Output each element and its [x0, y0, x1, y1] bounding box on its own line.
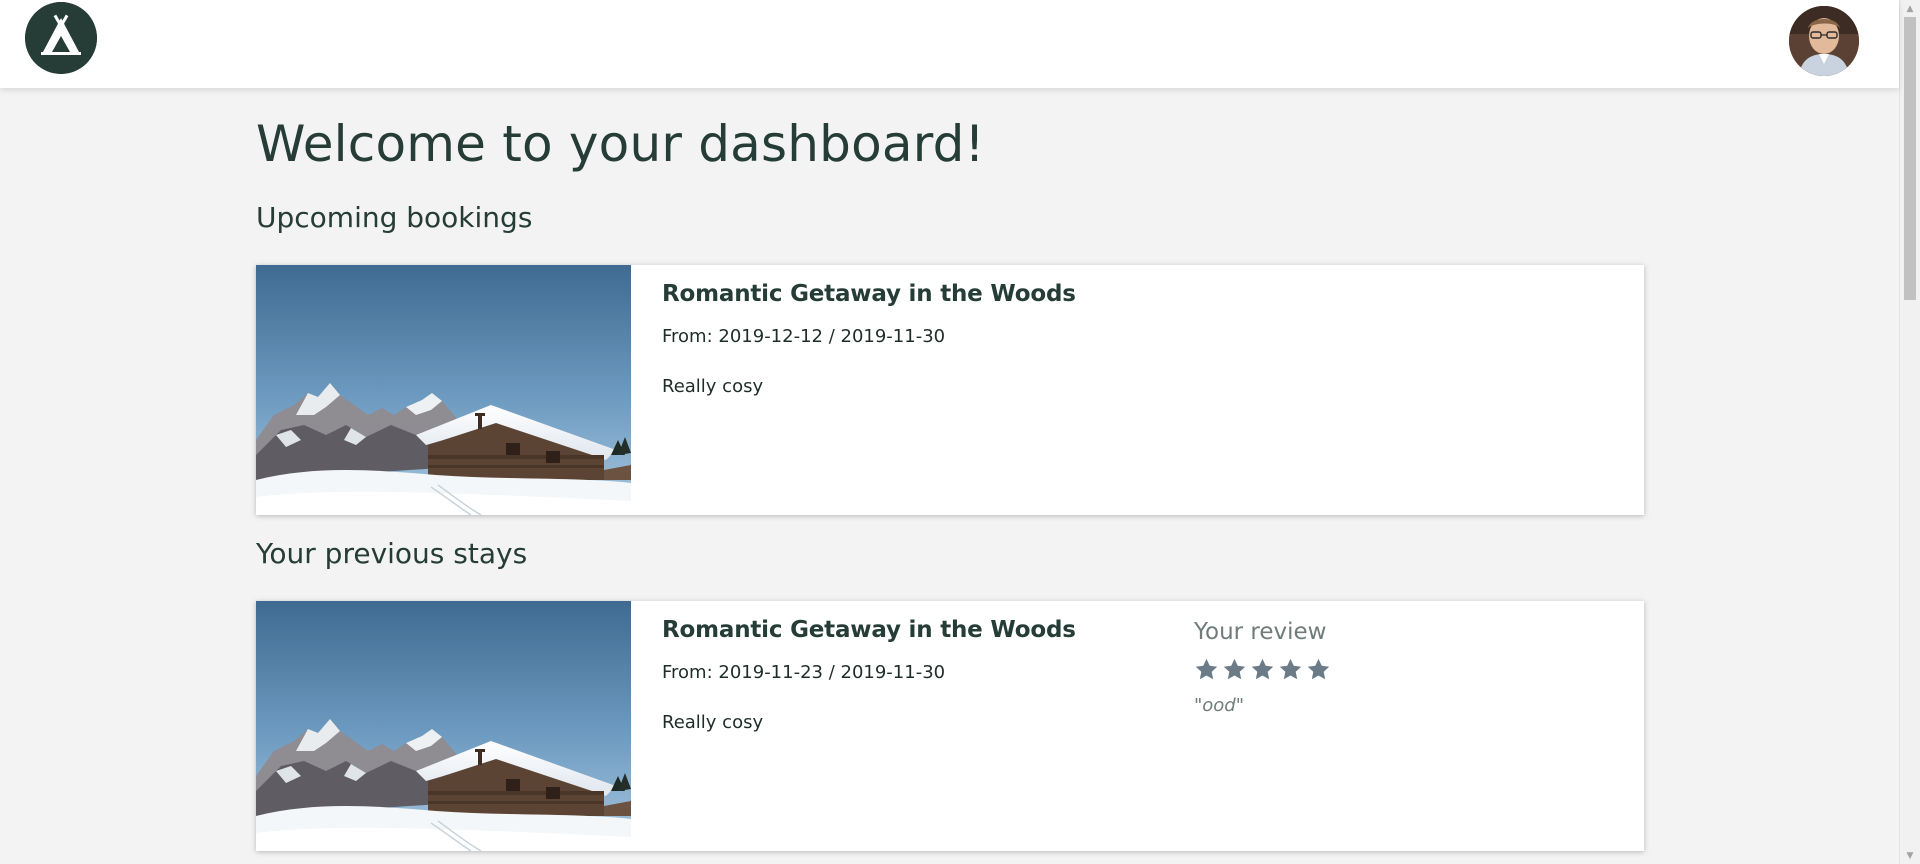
review-quote: "ood" [1194, 695, 1245, 716]
star-icon [1279, 658, 1302, 680]
star-rating [1194, 657, 1331, 682]
snowy-cabin-image [256, 265, 631, 515]
upcoming-booking-card[interactable]: Romantic Getaway in the Woods From: 2019… [256, 265, 1644, 515]
booking-description: Really cosy [662, 376, 764, 397]
user-avatar[interactable] [1789, 6, 1859, 76]
scroll-up-arrow-icon[interactable]: ▲ [1900, 0, 1920, 17]
review-heading: Your review [1194, 619, 1327, 645]
tent-logo-icon[interactable] [25, 2, 97, 74]
top-navbar [0, 0, 1899, 88]
stay-dates: From: 2019-11-23 / 2019-11-30 [662, 662, 946, 683]
stay-description: Really cosy [662, 712, 764, 733]
booking-dates: From: 2019-12-12 / 2019-11-30 [662, 326, 946, 347]
scroll-down-arrow-icon[interactable]: ▼ [1900, 847, 1920, 864]
review-section: Your review "ood" [1194, 619, 1331, 716]
star-icon [1223, 658, 1246, 680]
snowy-cabin-image [256, 601, 631, 851]
star-icon [1251, 658, 1274, 680]
previous-stay-card[interactable]: Romantic Getaway in the Woods From: 2019… [256, 601, 1644, 851]
stay-title[interactable]: Romantic Getaway in the Woods [662, 617, 1076, 643]
upcoming-bookings-heading: Upcoming bookings [256, 201, 533, 234]
booking-title[interactable]: Romantic Getaway in the Woods [662, 281, 1076, 307]
star-icon [1195, 658, 1218, 680]
star-icon [1307, 658, 1330, 680]
scrollbar-thumb[interactable] [1904, 17, 1916, 300]
previous-stays-heading: Your previous stays [256, 537, 528, 570]
page-title: Welcome to your dashboard! [256, 115, 985, 173]
vertical-scrollbar[interactable]: ▲ ▼ [1899, 0, 1920, 864]
